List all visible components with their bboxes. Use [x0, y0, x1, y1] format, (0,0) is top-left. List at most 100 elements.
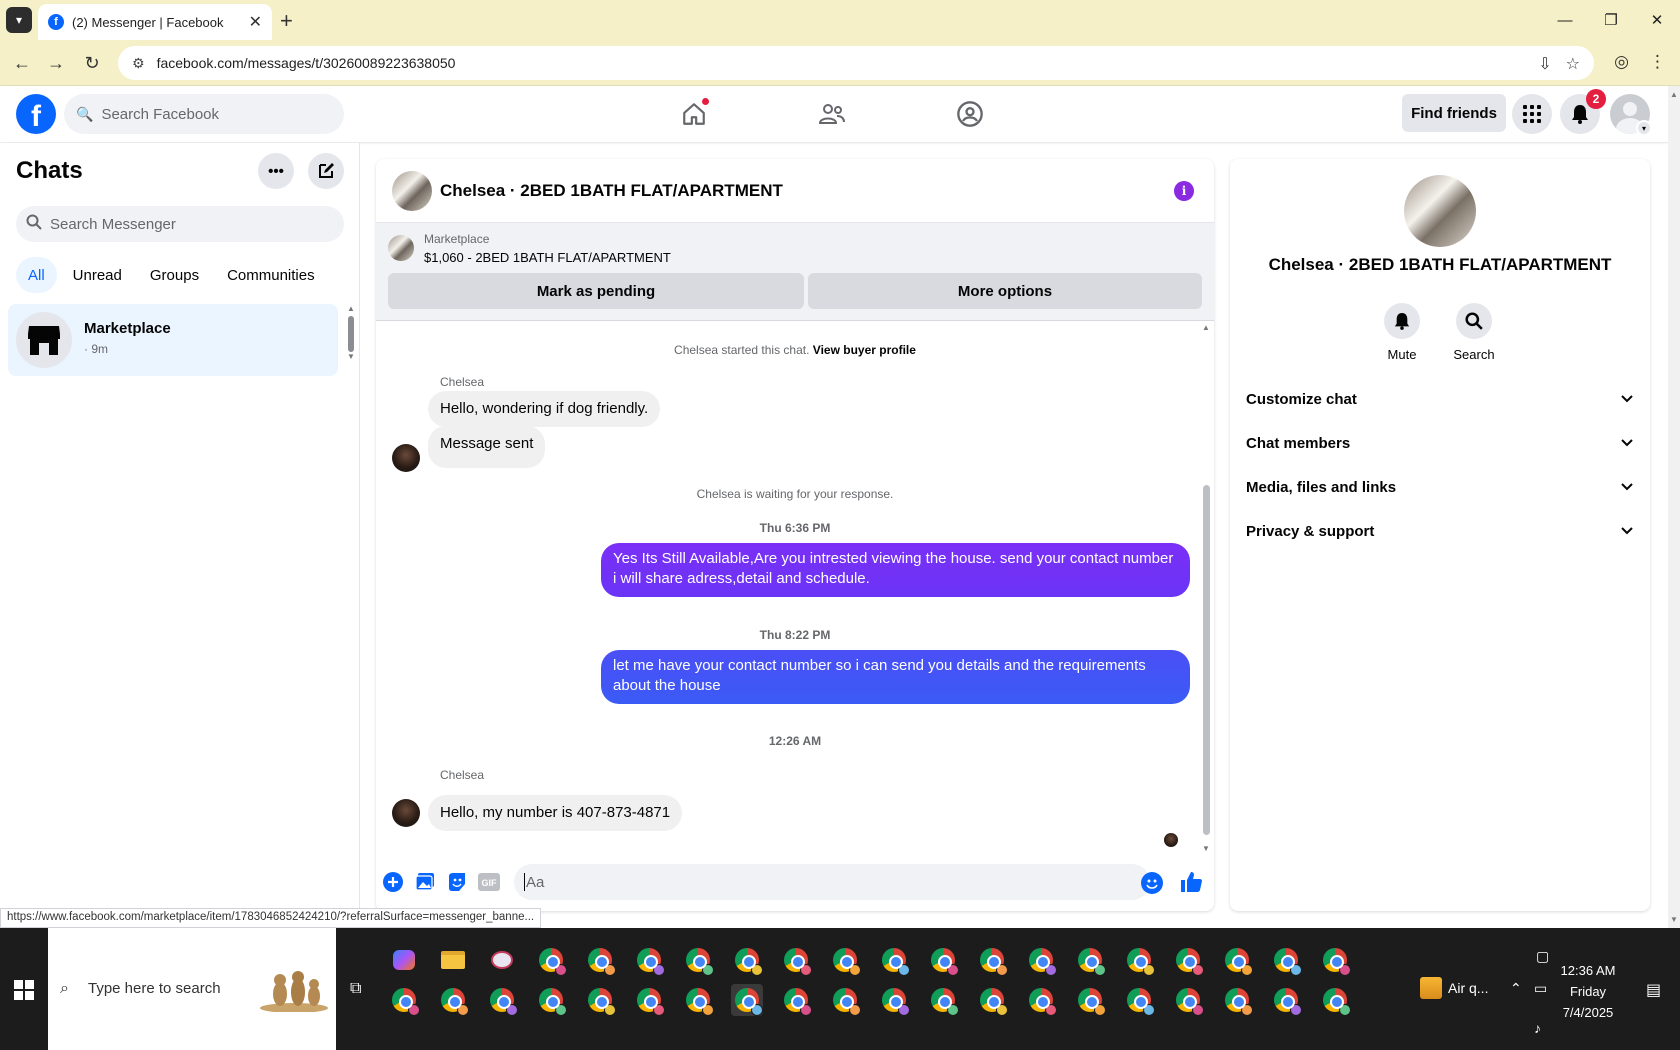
- scroll-down-icon[interactable]: ▼: [1202, 844, 1210, 853]
- chrome-profile-icon[interactable]: [927, 984, 959, 1016]
- chrome-profile-icon[interactable]: [682, 944, 714, 976]
- account-chevron-down-icon[interactable]: ▾: [1636, 120, 1652, 136]
- volume-icon[interactable]: ♪: [1534, 1020, 1541, 1036]
- chrome-profile-icon[interactable]: [731, 944, 763, 976]
- chrome-profile-icon[interactable]: [1319, 984, 1351, 1016]
- photo-icon[interactable]: [414, 871, 436, 893]
- chat-options-button[interactable]: •••: [258, 153, 294, 189]
- restore-icon[interactable]: ❐: [1588, 0, 1634, 40]
- page-scrollbar[interactable]: ▲ ▼: [1668, 86, 1680, 928]
- chrome-profile-icon[interactable]: [1319, 944, 1351, 976]
- chrome-profile-icon[interactable]: [731, 984, 763, 1016]
- close-window-icon[interactable]: ✕: [1634, 0, 1680, 40]
- back-icon[interactable]: ←: [10, 51, 34, 75]
- tab-search-icon[interactable]: ▾: [6, 7, 32, 33]
- chat-info-avatar[interactable]: [1404, 175, 1476, 247]
- filter-groups[interactable]: Groups: [138, 257, 211, 293]
- profile-icon[interactable]: ◎: [1614, 52, 1629, 72]
- chrome-profile-icon[interactable]: [976, 944, 1008, 976]
- chrome-profile-icon[interactable]: [1025, 944, 1057, 976]
- facebook-logo-icon[interactable]: f: [16, 94, 56, 134]
- scroll-down-icon[interactable]: ▼: [1670, 915, 1678, 924]
- chrome-profile-icon[interactable]: [976, 984, 1008, 1016]
- chrome-profile-icon[interactable]: [633, 984, 665, 1016]
- new-tab-icon[interactable]: +: [280, 8, 293, 34]
- chrome-profile-icon[interactable]: [1270, 984, 1302, 1016]
- chrome-profile-icon[interactable]: [1172, 944, 1204, 976]
- weather-icon[interactable]: [1420, 977, 1442, 999]
- chrome-profile-icon[interactable]: [1172, 984, 1204, 1016]
- new-message-button[interactable]: [308, 153, 344, 189]
- sticker-icon[interactable]: [446, 871, 468, 893]
- incoming-message[interactable]: Message sent: [428, 426, 546, 468]
- chrome-profile-icon[interactable]: [535, 944, 567, 976]
- chrome-profile-icon[interactable]: [437, 984, 469, 1016]
- groups-icon[interactable]: [952, 96, 988, 132]
- chrome-profile-icon[interactable]: [1025, 984, 1057, 1016]
- plus-icon[interactable]: [382, 871, 404, 893]
- browser-tab[interactable]: f (2) Messenger | Facebook ✕: [38, 4, 272, 40]
- media-files-links-row[interactable]: Media, files and links: [1246, 467, 1634, 507]
- chrome-profile-icon[interactable]: [927, 944, 959, 976]
- taskbar-search-box[interactable]: ⌕ Type here to search: [48, 928, 336, 1050]
- taskbar-clock[interactable]: 12:36 AM Friday 7/4/2025: [1548, 960, 1628, 1023]
- emoji-icon[interactable]: [1141, 872, 1163, 894]
- mute-button[interactable]: Mute: [1372, 303, 1432, 362]
- chrome-profile-icon[interactable]: [1123, 944, 1155, 976]
- find-friends-button[interactable]: Find friends: [1402, 94, 1506, 132]
- chrome-profile-icon[interactable]: [388, 984, 420, 1016]
- copilot-icon[interactable]: [388, 944, 420, 976]
- chrome-profile-icon[interactable]: [829, 944, 861, 976]
- chat-members-row[interactable]: Chat members: [1246, 423, 1634, 463]
- forward-icon[interactable]: →: [44, 51, 68, 75]
- conversation-avatar[interactable]: [392, 171, 432, 211]
- search-in-chat-button[interactable]: Search: [1444, 303, 1504, 362]
- chrome-profile-icon[interactable]: [1074, 944, 1106, 976]
- home-icon[interactable]: [676, 96, 712, 132]
- windows-start-icon[interactable]: [14, 980, 34, 1000]
- menu-grid-icon[interactable]: [1512, 94, 1552, 134]
- chrome-profile-icon[interactable]: [1123, 984, 1155, 1016]
- info-icon[interactable]: i: [1174, 181, 1194, 201]
- chrome-profile-icon[interactable]: [878, 944, 910, 976]
- filter-communities[interactable]: Communities: [215, 257, 327, 293]
- chat-list-item[interactable]: Marketplace · 9m: [8, 304, 338, 376]
- incoming-message[interactable]: Hello, wondering if dog friendly.: [428, 391, 661, 427]
- incoming-message[interactable]: Hello, my number is 407-873-4871: [428, 795, 683, 831]
- notifications-icon[interactable]: ▤: [1646, 980, 1661, 1000]
- conversation-title[interactable]: Chelsea · 2BED 1BATH FLAT/APARTMENT: [440, 181, 783, 201]
- customize-chat-row[interactable]: Customize chat: [1246, 379, 1634, 419]
- browser-menu-icon[interactable]: ⋮: [1649, 52, 1666, 72]
- bookmark-star-icon[interactable]: ☆: [1566, 54, 1580, 74]
- site-info-icon[interactable]: ⚙: [132, 55, 145, 72]
- gif-icon[interactable]: GIF: [478, 871, 500, 893]
- network-icon[interactable]: ▭: [1534, 980, 1547, 997]
- facebook-search-input[interactable]: 🔍 Search Facebook: [64, 94, 344, 134]
- chat-list-scrollbar[interactable]: ▲ ▼: [346, 304, 356, 361]
- mark-as-pending-button[interactable]: Mark as pending: [388, 273, 804, 309]
- task-view-icon[interactable]: ⧉: [350, 980, 361, 998]
- install-app-icon[interactable]: ⇩: [1538, 54, 1551, 74]
- privacy-support-row[interactable]: Privacy & support: [1246, 511, 1634, 551]
- chrome-profile-icon[interactable]: [584, 984, 616, 1016]
- chrome-profile-icon[interactable]: [780, 944, 812, 976]
- chrome-profile-icon[interactable]: [535, 984, 567, 1016]
- tab-close-icon[interactable]: ✕: [249, 12, 262, 32]
- chrome-profile-icon[interactable]: [878, 984, 910, 1016]
- view-buyer-profile-link[interactable]: View buyer profile: [813, 343, 916, 357]
- reload-icon[interactable]: ↻: [80, 51, 104, 75]
- filter-unread[interactable]: Unread: [61, 257, 134, 293]
- sender-avatar[interactable]: [392, 799, 420, 827]
- messenger-search-input[interactable]: Search Messenger: [16, 206, 344, 242]
- chrome-profile-icon[interactable]: [780, 984, 812, 1016]
- chrome-profile-icon[interactable]: [1074, 984, 1106, 1016]
- thumbs-up-icon[interactable]: [1178, 869, 1204, 895]
- chrome-profile-icon[interactable]: [1221, 984, 1253, 1016]
- filter-all[interactable]: All: [16, 257, 57, 293]
- file-explorer-icon[interactable]: [437, 944, 469, 976]
- outgoing-message[interactable]: let me have your contact number so i can…: [601, 650, 1190, 704]
- chrome-profile-icon[interactable]: [829, 984, 861, 1016]
- chrome-profile-icon[interactable]: [1221, 944, 1253, 976]
- paint-icon[interactable]: [486, 944, 518, 976]
- scroll-up-icon[interactable]: ▲: [1670, 90, 1678, 99]
